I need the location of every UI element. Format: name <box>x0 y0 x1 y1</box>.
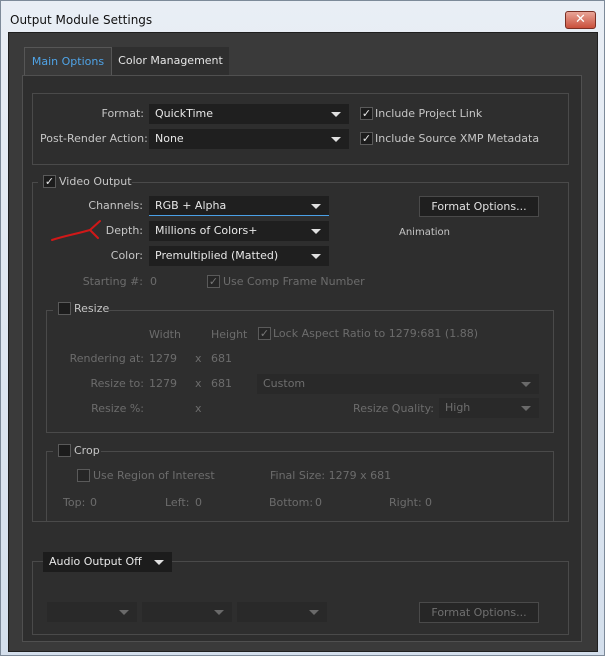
depth-dropdown[interactable]: Millions of Colors+ <box>149 221 329 241</box>
resize-percent-x: x <box>195 402 202 415</box>
audio-output-dropdown[interactable]: Audio Output Off <box>43 552 172 572</box>
resize-to-height[interactable]: 681 <box>211 377 232 390</box>
height-header: Height <box>211 328 248 341</box>
use-comp-frame-label: Use Comp Frame Number <box>223 275 365 288</box>
crop-right-value[interactable]: 0 <box>425 496 432 509</box>
crop-top-label: Top: <box>63 496 86 509</box>
final-size-label: Final Size: 1279 x 681 <box>270 469 392 482</box>
rendering-height: 681 <box>211 352 232 365</box>
audio-depth-dropdown[interactable] <box>142 602 232 622</box>
chevron-down-icon <box>311 204 321 209</box>
audio-channels-dropdown[interactable] <box>237 602 327 622</box>
include-project-link-label: Include Project Link <box>375 107 483 120</box>
audio-rate-dropdown[interactable] <box>47 602 137 622</box>
close-button[interactable]: ✕ <box>565 11 596 29</box>
use-roi-label: Use Region of Interest <box>93 469 215 482</box>
codec-label: Animation <box>399 227 450 238</box>
tab-main-options[interactable]: Main Options <box>24 47 112 75</box>
crop-top-value[interactable]: 0 <box>90 496 97 509</box>
crop-left-value[interactable]: 0 <box>195 496 202 509</box>
resize-preset-dropdown[interactable]: Custom <box>257 374 539 394</box>
format-label: Format: <box>101 107 144 120</box>
chevron-down-icon <box>521 382 531 387</box>
crop-bottom-label: Bottom: <box>269 496 314 509</box>
channels-value: RGB + Alpha <box>155 199 227 212</box>
annotation-arrow-icon <box>51 220 101 241</box>
resize-to-label: Resize to: <box>90 377 145 390</box>
window-title: Output Module Settings <box>10 13 153 27</box>
chevron-down-icon <box>309 610 319 615</box>
chevron-down-icon <box>331 112 341 117</box>
resize-to-width[interactable]: 1279 <box>149 377 177 390</box>
crop-group <box>46 451 554 522</box>
width-header: Width <box>149 328 181 341</box>
post-render-label: Post-Render Action: <box>40 132 148 145</box>
chevron-down-icon <box>311 254 321 259</box>
tab-color-management[interactable]: Color Management <box>112 47 229 75</box>
starting-number-label: Starting #: <box>82 275 143 288</box>
resize-quality-dropdown[interactable]: High <box>439 398 539 418</box>
crop-bottom-value[interactable]: 0 <box>315 496 322 509</box>
crop-right-label: Right: <box>389 496 422 509</box>
color-value: Premultiplied (Matted) <box>155 249 279 262</box>
audio-output-group <box>32 561 569 635</box>
use-comp-frame-checkbox[interactable]: ✓ <box>207 275 220 288</box>
lock-aspect-checkbox[interactable]: ✓ <box>258 327 271 340</box>
resize-checkbox[interactable] <box>58 302 71 315</box>
include-xmp-checkbox[interactable]: ✓ <box>360 132 373 145</box>
post-render-dropdown[interactable]: None <box>149 129 349 149</box>
resize-quality-value: High <box>445 401 471 414</box>
rendering-width: 1279 <box>149 352 177 365</box>
lock-aspect-label: Lock Aspect Ratio to 1279:681 (1.88) <box>273 327 478 340</box>
post-render-value: None <box>155 132 184 145</box>
chevron-down-icon <box>214 610 224 615</box>
color-dropdown[interactable]: Premultiplied (Matted) <box>149 246 329 266</box>
include-xmp-label: Include Source XMP Metadata <box>375 132 540 145</box>
chevron-down-icon <box>331 137 341 142</box>
include-project-link-checkbox[interactable]: ✓ <box>360 107 373 120</box>
chevron-down-icon <box>311 229 321 234</box>
video-format-options-button[interactable]: Format Options... <box>419 196 539 217</box>
video-output-checkbox[interactable]: ✓ <box>43 175 56 188</box>
rendering-at-label: Rendering at: <box>69 352 144 365</box>
chevron-down-icon <box>119 610 129 615</box>
resize-preset-value: Custom <box>263 377 306 390</box>
color-label: Color: <box>110 249 143 262</box>
video-output-label: Video Output <box>59 175 132 188</box>
channels-dropdown[interactable]: RGB + Alpha <box>149 196 329 216</box>
format-dropdown[interactable]: QuickTime <box>149 104 349 124</box>
chevron-down-icon <box>521 406 531 411</box>
crop-checkbox[interactable] <box>58 444 71 457</box>
audio-output-value: Audio Output Off <box>49 555 142 568</box>
rendering-x: x <box>195 352 202 365</box>
resize-label: Resize <box>74 302 110 315</box>
resize-quality-label: Resize Quality: <box>353 402 434 415</box>
starting-number-value[interactable]: 0 <box>150 275 157 288</box>
audio-format-options-button[interactable]: Format Options... <box>419 602 539 623</box>
chevron-down-icon <box>154 560 164 565</box>
crop-left-label: Left: <box>165 496 190 509</box>
resize-percent-label: Resize %: <box>91 402 144 415</box>
format-value: QuickTime <box>155 107 214 120</box>
resize-to-x: x <box>195 377 202 390</box>
use-roi-checkbox[interactable] <box>77 469 90 482</box>
crop-label: Crop <box>74 444 100 457</box>
depth-value: Millions of Colors+ <box>155 224 258 237</box>
